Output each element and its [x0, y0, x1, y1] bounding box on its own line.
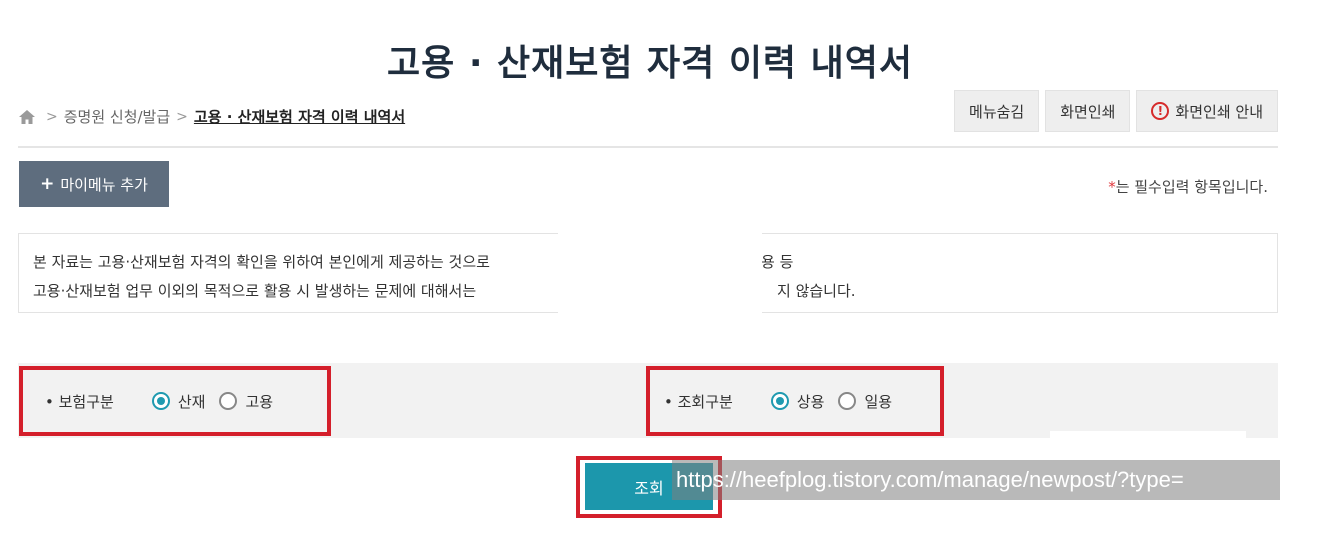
radio-regular-label: 상용 — [796, 392, 825, 411]
radio-daily[interactable] — [838, 392, 857, 410]
breadcrumb-separator: > — [176, 108, 188, 125]
redaction-mask — [558, 226, 762, 320]
print-button[interactable]: 화면인쇄 — [1045, 90, 1131, 132]
top-button-group: 메뉴숨김 화면인쇄 ! 화면인쇄 안내 — [954, 90, 1278, 132]
print-label: 화면인쇄 — [1060, 102, 1116, 121]
alert-icon: ! — [1151, 102, 1170, 120]
add-mymenu-label: 마이메뉴 추가 — [60, 175, 148, 194]
breadcrumb-separator: > — [46, 108, 58, 125]
query-option-regular[interactable]: 상용 — [770, 391, 825, 412]
breadcrumb-item-certificate[interactable]: 증명원 신청/발급 — [64, 106, 170, 127]
breadcrumb-item-current[interactable]: 고용 · 산재보험 자격 이력 내역서 — [194, 106, 405, 127]
divider — [18, 146, 1278, 148]
breadcrumb: > 증명원 신청/발급 > 고용 · 산재보험 자격 이력 내역서 — [18, 106, 405, 127]
required-note: *는 필수입력 항목입니다. — [1108, 176, 1268, 197]
insurance-type-group: • 보험구분 산재 고용 — [19, 366, 331, 436]
radio-industrial[interactable] — [151, 392, 170, 410]
print-guide-label: 화면인쇄 안내 — [1175, 102, 1263, 121]
watermark-url: https://heefplog.tistory.com/manage/newp… — [672, 460, 1280, 500]
notice-line-1-right: 용 등 — [761, 253, 794, 271]
insurance-type-label: • 보험구분 — [45, 392, 114, 411]
radio-daily-label: 일용 — [864, 392, 893, 411]
notice-line-2-left: 고용·산재보험 업무 이외의 목적으로 활용 시 발생하는 문제에 대해서는 — [33, 282, 477, 300]
hide-menu-button[interactable]: 메뉴숨김 — [954, 90, 1040, 132]
insurance-option-industrial[interactable]: 산재 — [151, 391, 206, 412]
home-icon[interactable] — [18, 109, 36, 125]
required-star: * — [1108, 178, 1116, 196]
query-type-group: • 조회구분 상용 일용 — [646, 366, 944, 436]
radio-industrial-label: 산재 — [177, 392, 206, 411]
radio-employment[interactable] — [219, 392, 238, 410]
plus-icon: + — [40, 174, 55, 194]
redaction-mask — [1050, 431, 1246, 438]
insurance-option-employment[interactable]: 고용 — [219, 391, 273, 412]
query-option-daily[interactable]: 일용 — [838, 391, 892, 412]
add-mymenu-button[interactable]: + 마이메뉴 추가 — [19, 161, 169, 207]
hide-menu-label: 메뉴숨김 — [969, 102, 1025, 121]
required-text: 는 필수입력 항목입니다. — [1115, 178, 1268, 196]
notice-line-2-right: 지 않습니다. — [777, 282, 856, 300]
query-type-label: • 조회구분 — [664, 392, 733, 411]
page: 고용 · 산재보험 자격 이력 내역서 > 증명원 신청/발급 > 고용 · 산… — [0, 0, 1320, 540]
radio-employment-label: 고용 — [245, 392, 274, 411]
radio-regular[interactable] — [770, 392, 789, 410]
notice-line-1-left: 본 자료는 고용·산재보험 자격의 확인을 위하여 본인에게 제공하는 것으로 — [33, 253, 490, 271]
print-guide-button[interactable]: ! 화면인쇄 안내 — [1136, 90, 1278, 132]
page-title: 고용 · 산재보험 자격 이력 내역서 — [387, 43, 913, 84]
